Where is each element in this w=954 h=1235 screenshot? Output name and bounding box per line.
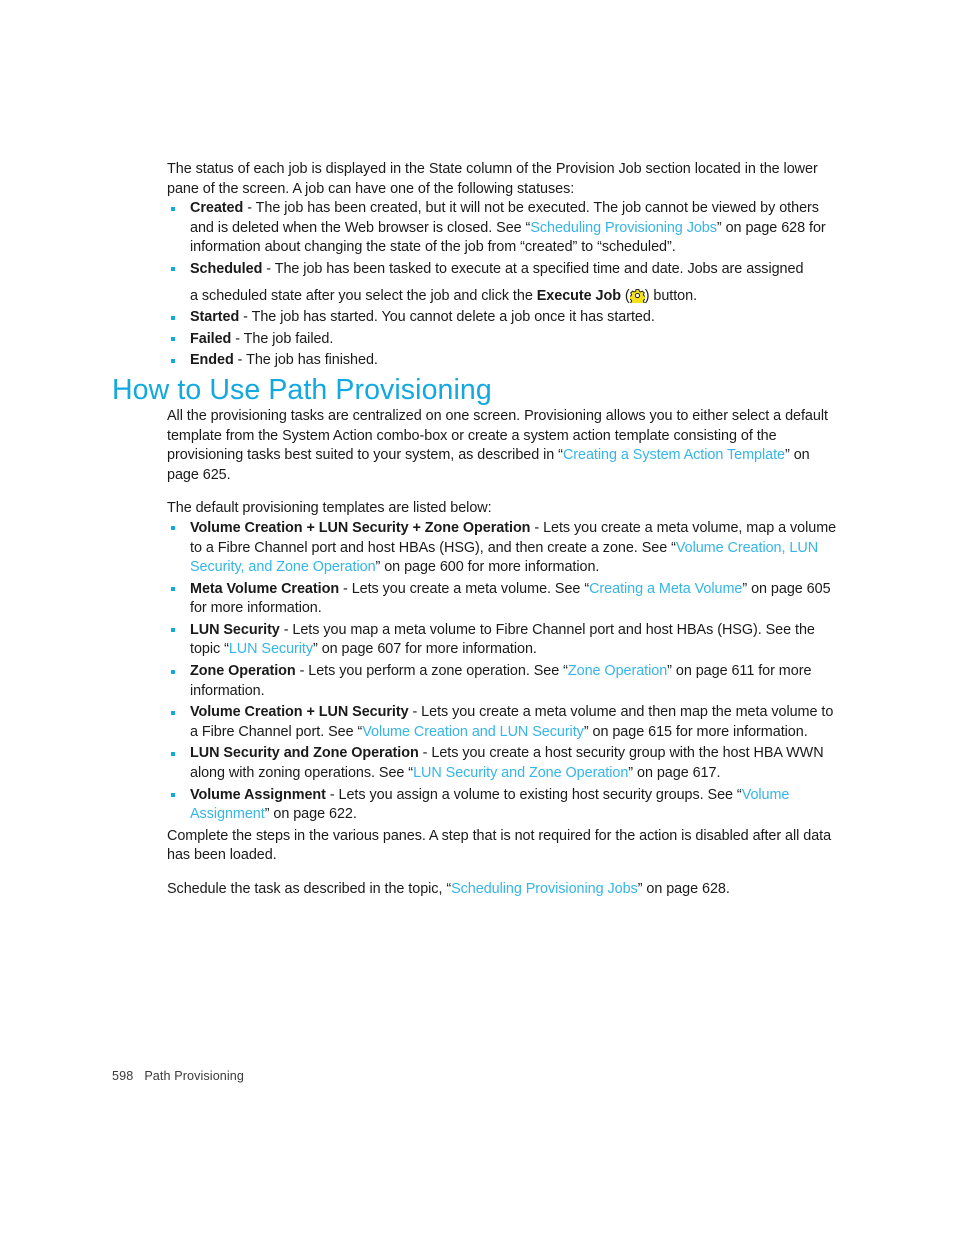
status-term-created: Created: [190, 200, 244, 217]
template-text-4-after: ” on page 615 for more information.: [583, 723, 808, 740]
execute-job-label: Execute Job: [536, 287, 621, 304]
status-scheduled-second-line: a scheduled state after you select the j…: [190, 287, 838, 307]
document-page: The status of each job is displayed in t…: [0, 0, 954, 1235]
link-lun-security[interactable]: LUN Security: [229, 641, 313, 657]
status-text-scheduled-line2: a scheduled state after you select the j…: [190, 287, 537, 304]
template-text-6-after: ” on page 622.: [264, 806, 357, 823]
status-text-ended: - The job has finished.: [233, 352, 378, 369]
closing-paragraph-2: Schedule the task as described in the to…: [167, 880, 838, 900]
template-text-5-after: ” on page 617.: [628, 765, 721, 782]
page-content: The status of each job is displayed in t…: [112, 160, 838, 900]
bullet-marker-icon: [171, 669, 175, 674]
bullet-marker-icon: [171, 337, 175, 342]
bullet-marker-icon: [171, 751, 175, 756]
status-text-scheduled-before: - The job has been tasked to execute at …: [262, 260, 804, 277]
link-volume-creation-and-lun-security[interactable]: Volume Creation and LUN Security: [362, 724, 584, 740]
template-text-6-before: - Lets you assign a volume to existing h…: [325, 786, 742, 803]
bullet-marker-icon: [171, 315, 175, 320]
page-footer: 598 Path Provisioning: [112, 1068, 244, 1084]
status-term-scheduled: Scheduled: [190, 260, 263, 277]
closing-paragraph-2-after: ” on page 628.: [637, 881, 730, 897]
list-item-lun-security-and-zone-operation: LUN Security and Zone Operation - Lets y…: [167, 744, 838, 783]
bullet-marker-icon: [171, 526, 175, 531]
provisioning-template-list: Volume Creation + LUN Security + Zone Op…: [167, 519, 838, 825]
template-term-0: Volume Creation + LUN Security + Zone Op…: [190, 519, 531, 536]
list-item-started: Started - The job has started. You canno…: [167, 308, 838, 328]
execute-job-gear-icon: [628, 288, 647, 307]
footer-chapter-title: Path Provisioning: [144, 1069, 245, 1083]
template-term-3: Zone Operation: [190, 663, 296, 680]
section-paragraph-1: All the provisioning tasks are centraliz…: [167, 407, 838, 485]
link-scheduling-provisioning-jobs[interactable]: Scheduling Provisioning Jobs: [530, 220, 717, 236]
status-term-started: Started: [190, 309, 240, 326]
template-text-1-before: - Lets you create a meta volume. See “: [339, 580, 590, 597]
status-term-failed: Failed: [190, 330, 232, 347]
status-text-scheduled-after: ) button.: [644, 287, 698, 304]
link-lun-security-and-zone-operation[interactable]: LUN Security and Zone Operation: [413, 765, 628, 781]
bullet-marker-icon: [171, 267, 175, 272]
link-zone-operation[interactable]: Zone Operation: [568, 663, 667, 679]
list-item-failed: Failed - The job failed.: [167, 330, 838, 350]
bullet-marker-icon: [171, 206, 175, 211]
template-text-0-after: ” on page 600 for more information.: [375, 559, 600, 576]
list-item-lun-security: LUN Security - Lets you map a meta volum…: [167, 621, 838, 660]
job-status-list: Created - The job has been created, but …: [167, 199, 838, 371]
link-creating-a-system-action-template[interactable]: Creating a System Action Template: [563, 447, 785, 463]
status-text-started: - The job has started. You cannot delete…: [239, 309, 655, 326]
list-item-meta-volume-creation: Meta Volume Creation - Lets you create a…: [167, 580, 838, 619]
list-item-volume-creation-lun-security-zone-operation: Volume Creation + LUN Security + Zone Op…: [167, 519, 838, 578]
template-term-2: LUN Security: [190, 621, 280, 638]
closing-paragraph-2-before: Schedule the task as described in the to…: [167, 881, 452, 897]
link-creating-a-meta-volume[interactable]: Creating a Meta Volume: [589, 581, 742, 597]
footer-page-number: 598: [112, 1069, 134, 1083]
closing-paragraph-1: Complete the steps in the various panes.…: [167, 827, 832, 864]
list-item-volume-assignment: Volume Assignment - Lets you assign a vo…: [167, 786, 838, 825]
template-term-4: Volume Creation + LUN Security: [190, 704, 409, 721]
bullet-marker-icon: [171, 358, 175, 363]
list-item-zone-operation: Zone Operation - Lets you perform a zone…: [167, 662, 838, 701]
template-term-1: Meta Volume Creation: [190, 580, 340, 597]
status-text-scheduled-paren-open: (: [620, 287, 630, 304]
list-item-volume-creation-lun-security: Volume Creation + LUN Security - Lets yo…: [167, 703, 838, 742]
section-paragraph-2: The default provisioning templates are l…: [167, 500, 492, 517]
bullet-marker-icon: [171, 710, 175, 715]
list-item-ended: Ended - The job has finished.: [167, 351, 838, 371]
page-title: How to Use Path Provisioning: [112, 373, 492, 406]
template-text-3-before: - Lets you perform a zone operation. See…: [295, 663, 568, 680]
intro-paragraph: The status of each job is displayed in t…: [167, 161, 818, 197]
template-term-6: Volume Assignment: [190, 786, 326, 803]
list-item-created: Created - The job has been created, but …: [167, 199, 838, 258]
bullet-marker-icon: [171, 793, 175, 798]
bullet-marker-icon: [171, 587, 175, 592]
template-term-5: LUN Security and Zone Operation: [190, 745, 419, 762]
template-text-2-after: ” on page 607 for more information.: [313, 641, 537, 658]
status-term-ended: Ended: [190, 352, 234, 369]
list-item-scheduled: Scheduled - The job has been tasked to e…: [167, 260, 838, 307]
link-scheduling-provisioning-jobs-closing[interactable]: Scheduling Provisioning Jobs: [451, 881, 638, 897]
bullet-marker-icon: [171, 628, 175, 633]
status-text-failed: - The job failed.: [231, 330, 334, 347]
